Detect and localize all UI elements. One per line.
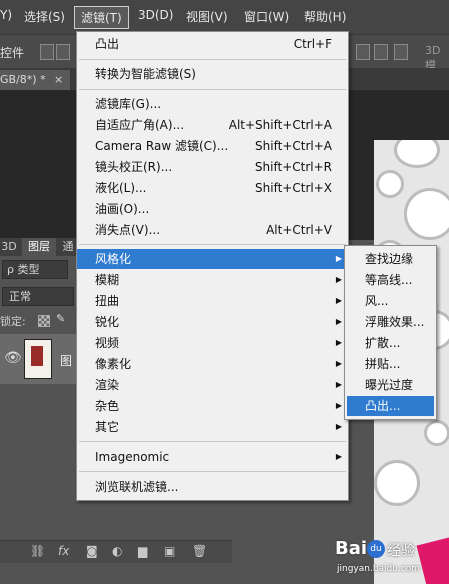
submenu-arrow-icon: ▶ <box>335 380 342 389</box>
menu-item-noise[interactable]: 杂色 ▶ <box>77 396 348 416</box>
align-icon[interactable] <box>56 44 70 60</box>
menu-separator <box>79 59 346 60</box>
menu-filter[interactable]: 滤镜(T) <box>74 6 129 29</box>
options-label: 控件 <box>0 46 25 60</box>
menu-item-adaptive-wide-angle[interactable]: 自适应广角(A)... Alt+Shift+Ctrl+A <box>77 115 348 135</box>
canvas-shape <box>404 188 449 240</box>
canvas-shape <box>394 140 440 168</box>
distribute-icon[interactable] <box>394 44 408 60</box>
submenu-item-find-edges[interactable]: 查找边缘 <box>345 249 436 269</box>
link-icon[interactable]: ⛓ <box>30 544 45 558</box>
submenu-arrow-icon: ▶ <box>335 401 342 410</box>
watermark-brand: Bai <box>335 538 368 559</box>
menu-item-imagenomic[interactable]: Imagenomic ▶ <box>77 447 348 467</box>
submenu-item-diffuse[interactable]: 扩散... <box>345 333 436 353</box>
document-tab-label: GB/8*) * <box>0 73 46 86</box>
align-icon[interactable] <box>40 44 54 60</box>
folder-icon[interactable]: ▆ <box>138 544 147 558</box>
menu-item-camera-raw[interactable]: Camera Raw 滤镜(C)... Shift+Ctrl+A <box>77 136 348 156</box>
blend-mode-select[interactable]: 正常 <box>2 287 74 306</box>
submenu-item-extrude[interactable]: 凸出... <box>347 396 434 416</box>
document-tab[interactable]: GB/8*) * × <box>0 70 70 90</box>
submenu-arrow-icon: ▶ <box>335 338 342 347</box>
menu-item-filter-gallery[interactable]: 滤镜库(G)... <box>77 94 348 114</box>
submenu-arrow-icon: ▶ <box>335 359 342 368</box>
layer-name[interactable]: 图 <box>60 352 72 369</box>
menu-3d[interactable]: 3D(D) <box>138 8 173 22</box>
menu-separator <box>79 471 346 472</box>
new-layer-icon[interactable]: ▣ <box>164 544 175 558</box>
close-icon[interactable]: × <box>54 70 63 90</box>
menu-view[interactable]: 视图(V) <box>186 8 228 25</box>
canvas-shape <box>374 460 420 506</box>
menu-item-stylize[interactable]: 风格化 ▶ <box>77 249 348 269</box>
menu-item-browse-online[interactable]: 浏览联机滤镜... <box>77 477 348 497</box>
menu-window[interactable]: 窗口(W) <box>244 8 289 25</box>
watermark-tagline: 经验 <box>387 543 415 559</box>
menu-item-vanishing-point[interactable]: 消失点(V)... Alt+Ctrl+V <box>77 220 348 240</box>
menu-item-other[interactable]: 其它 ▶ <box>77 417 348 437</box>
trash-icon[interactable]: 🗑 <box>192 544 207 558</box>
stylize-submenu: 查找边缘 等高线... 风... 浮雕效果... 扩散... 拼贴... 曝光过… <box>344 245 437 420</box>
menu-help[interactable]: 帮助(H) <box>304 8 346 25</box>
menu-item-last-filter[interactable]: 凸出 Ctrl+F <box>77 34 348 54</box>
menu-select[interactable]: 选择(S) <box>24 8 65 25</box>
menu-separator <box>79 244 346 245</box>
menu-separator <box>79 441 346 442</box>
blend-mode-value: 正常 <box>9 290 31 303</box>
thumbnail-figure <box>31 346 43 366</box>
menu-item-liquify[interactable]: 液化(L)... Shift+Ctrl+X <box>77 178 348 198</box>
submenu-arrow-icon: ▶ <box>335 254 342 263</box>
submenu-item-wind[interactable]: 风... <box>345 291 436 311</box>
menu-item-video[interactable]: 视频 ▶ <box>77 333 348 353</box>
submenu-arrow-icon: ▶ <box>335 317 342 326</box>
submenu-item-trace-contour[interactable]: 等高线... <box>345 270 436 290</box>
menu-item-distort[interactable]: 扭曲 ▶ <box>77 291 348 311</box>
layer-thumbnail <box>24 339 52 379</box>
mask-icon[interactable]: ◙ <box>86 544 98 558</box>
tab-3d[interactable]: 3D <box>0 238 18 256</box>
layer-kind-filter[interactable]: ρ 类型 <box>2 260 68 279</box>
distribute-icon[interactable] <box>374 44 388 60</box>
menu-item-oil-paint[interactable]: 油画(O)... <box>77 199 348 219</box>
lock-label: 锁定: <box>0 315 26 328</box>
menu-item-sharpen[interactable]: 锐化 ▶ <box>77 312 348 332</box>
menu-item-pixelate[interactable]: 像素化 ▶ <box>77 354 348 374</box>
submenu-arrow-icon: ▶ <box>335 296 342 305</box>
tab-channels[interactable]: 通 <box>60 238 76 256</box>
submenu-item-tiles[interactable]: 拼贴... <box>345 354 436 374</box>
lock-paint-icon[interactable]: ✎ <box>56 312 65 325</box>
submenu-arrow-icon: ▶ <box>335 452 342 461</box>
menu-item-lens-correction[interactable]: 镜头校正(R)... Shift+Ctrl+R <box>77 157 348 177</box>
filter-menu: 凸出 Ctrl+F 转换为智能滤镜(S) 滤镜库(G)... 自适应广角(A).… <box>76 31 349 501</box>
menu-item-render[interactable]: 渲染 ▶ <box>77 375 348 395</box>
distribute-icon[interactable] <box>356 44 370 60</box>
baidu-jingyan-watermark: Bai du 经验 jingyan.baidu.com <box>335 538 425 582</box>
menu-item-blur[interactable]: 模糊 ▶ <box>77 270 348 290</box>
kind-filter-label: ρ 类型 <box>7 263 40 276</box>
menu-image[interactable]: Y) <box>0 8 12 22</box>
canvas-shape <box>376 170 404 198</box>
eye-icon[interactable]: 👁 <box>4 350 22 366</box>
fx-icon[interactable]: fx <box>58 544 69 558</box>
watermark-url: jingyan.baidu.com <box>337 564 421 574</box>
baidu-paw-icon: du <box>367 540 385 558</box>
menu-separator <box>79 89 346 90</box>
tab-layers[interactable]: 图层 <box>22 238 56 256</box>
submenu-arrow-icon: ▶ <box>335 422 342 431</box>
submenu-item-solarize[interactable]: 曝光过度 <box>345 375 436 395</box>
submenu-item-emboss[interactable]: 浮雕效果... <box>345 312 436 332</box>
menu-item-convert-smart-filter[interactable]: 转换为智能滤镜(S) <box>77 64 348 84</box>
canvas-shape <box>424 420 449 446</box>
submenu-arrow-icon: ▶ <box>335 275 342 284</box>
adjustment-icon[interactable]: ◐ <box>112 544 122 558</box>
lock-transparency-icon[interactable] <box>38 315 50 327</box>
